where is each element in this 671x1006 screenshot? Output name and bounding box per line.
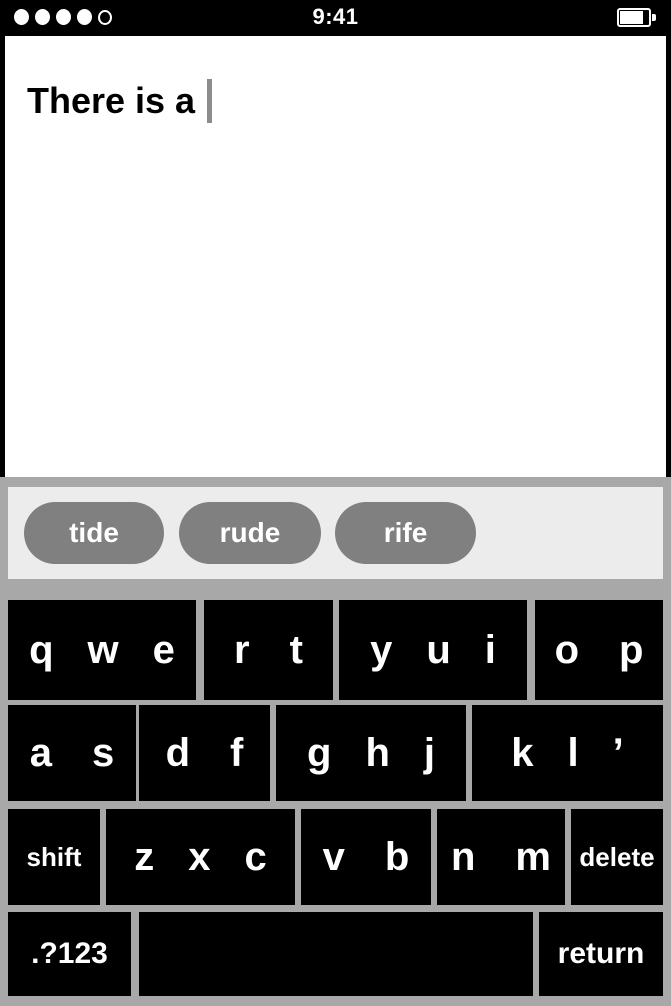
key-apostrophe[interactable]: ’ — [613, 731, 624, 776]
key-a[interactable]: a — [30, 731, 52, 776]
key-g[interactable]: g — [307, 731, 331, 776]
suggestion-rude[interactable]: rude — [179, 502, 321, 564]
battery-icon — [617, 8, 657, 28]
key-group-kl-apostrophe[interactable]: k l ’ — [472, 705, 663, 801]
autocomplete-bar: tide rude rife — [0, 477, 671, 589]
key-i[interactable]: i — [485, 628, 496, 673]
key-r[interactable]: r — [234, 628, 250, 673]
key-numbers[interactable]: .?123 — [8, 912, 131, 996]
suggestion-tide[interactable]: tide — [24, 502, 164, 564]
key-shift[interactable]: shift — [8, 809, 100, 905]
key-group-ghj[interactable]: ghj — [276, 705, 466, 801]
text-editor[interactable]: There is a — [5, 36, 666, 477]
key-f[interactable]: f — [230, 731, 243, 776]
key-c[interactable]: c — [245, 835, 267, 880]
typed-text: There is a — [27, 80, 206, 121]
key-group-vb[interactable]: vb — [301, 809, 431, 905]
key-s[interactable]: s — [92, 731, 114, 776]
key-h[interactable]: h — [365, 731, 389, 776]
key-x[interactable]: x — [188, 835, 210, 880]
phone-screen: 9:41 There is a tide rude rife qwertyuio… — [0, 0, 671, 1006]
key-t[interactable]: t — [290, 628, 303, 673]
key-group-qwe[interactable]: qwe — [8, 600, 196, 700]
key-group-nm[interactable]: nm — [437, 809, 565, 905]
key-delete[interactable]: delete — [571, 809, 663, 905]
key-group-rt[interactable]: rt — [204, 600, 333, 700]
keyboard-row-3: shift z x c v b n m delete — [0, 809, 671, 905]
key-q[interactable]: q — [29, 628, 53, 673]
keyboard-row-4: .?123 return — [0, 912, 671, 996]
key-z[interactable]: z — [134, 835, 154, 880]
key-o[interactable]: o — [555, 628, 579, 673]
key-numbers-label: .?123 — [31, 937, 108, 970]
battery-fill — [620, 11, 643, 24]
key-v[interactable]: v — [323, 835, 345, 880]
key-space[interactable] — [139, 912, 533, 996]
key-return-label: return — [557, 937, 645, 970]
key-w[interactable]: w — [88, 628, 119, 673]
on-screen-keyboard: qwertyuiop a s d f g h j k l’ shift z x c v b n m delete… — [0, 589, 671, 1006]
key-group-zxc[interactable]: zxc — [106, 809, 295, 905]
key-delete-label: delete — [579, 841, 655, 872]
suggestion-rife[interactable]: rife — [335, 502, 476, 564]
key-j[interactable]: j — [424, 731, 435, 776]
key-e[interactable]: e — [153, 628, 175, 673]
key-u[interactable]: u — [426, 628, 450, 673]
key-group-df[interactable]: df — [139, 705, 270, 801]
key-return[interactable]: return — [539, 912, 663, 996]
key-y[interactable]: y — [370, 628, 392, 673]
keyboard-row-1: qwertyuiop — [0, 600, 671, 700]
key-k[interactable]: k — [511, 731, 533, 776]
key-group-op[interactable]: op — [535, 600, 663, 700]
key-group-yui[interactable]: yui — [339, 600, 527, 700]
text-caret — [207, 79, 213, 123]
key-p[interactable]: p — [619, 628, 643, 673]
autocomplete-strip: tide rude rife — [8, 487, 663, 579]
status-bar: 9:41 — [0, 0, 671, 34]
status-time: 9:41 — [312, 4, 359, 29]
typed-line: There is a — [27, 76, 213, 126]
key-m[interactable]: m — [515, 835, 551, 880]
battery-cap — [652, 14, 656, 21]
key-shift-label: shift — [26, 841, 82, 872]
key-group-as[interactable]: as — [8, 705, 136, 801]
key-d[interactable]: d — [166, 731, 190, 776]
key-b[interactable]: b — [385, 835, 409, 880]
key-n[interactable]: n — [451, 835, 475, 880]
key-l[interactable]: l — [568, 731, 579, 776]
keyboard-row-2: a s d f g h j k l’ — [0, 705, 671, 801]
